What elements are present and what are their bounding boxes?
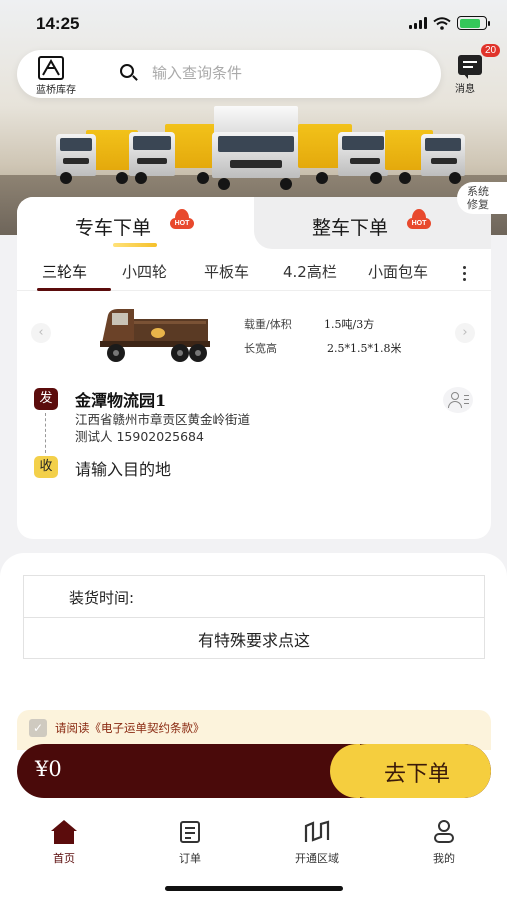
messages-label: 消息 — [455, 84, 475, 95]
origin-contact: 测试人 15902025684 — [75, 429, 204, 444]
agreement-link[interactable]: 请阅读《电子运单契约条款》 — [55, 720, 205, 736]
submit-order-button[interactable]: 去下单 — [330, 744, 491, 798]
status-icons — [409, 16, 490, 30]
vehicle-tab-high-rail[interactable]: 4.2高栏 — [283, 261, 337, 282]
truck-image — [208, 106, 303, 190]
order-options: 装货时间: 有特殊要求点这 — [23, 575, 485, 659]
special-requirements-button[interactable]: 有特殊要求点这 — [24, 627, 484, 651]
total-price: ¥0 — [35, 757, 62, 781]
nav-label: 订单 — [179, 852, 201, 865]
vehicle-type-tabs: 三轮车 小四轮 平板车 4.2高栏 小面包车 — [17, 253, 491, 291]
tab-full-truck[interactable]: 整车下单 HOT — [254, 197, 491, 249]
spec-value: 2.5*1.5*1.8米 — [327, 342, 402, 355]
app-logo-icon[interactable] — [38, 56, 64, 80]
spec-label: 长宽高 — [244, 342, 277, 355]
search-icon — [120, 64, 134, 78]
truck-image — [385, 120, 475, 184]
loading-time-label: 装货时间: — [69, 589, 135, 607]
tab-special-vehicle[interactable]: 专车下单 HOT — [17, 197, 254, 249]
loading-time-row[interactable]: 装货时间: — [24, 576, 484, 618]
truck-image — [125, 118, 220, 184]
system-fix-button[interactable]: 系统 修复 — [457, 182, 507, 214]
checkout-bar: ¥0 去下单 — [17, 744, 491, 798]
route-connector — [45, 413, 46, 453]
nav-home[interactable]: 首页 — [24, 820, 104, 866]
tab-label: 专车下单 — [75, 217, 152, 239]
profile-icon — [430, 820, 458, 846]
home-indicator — [165, 886, 343, 891]
message-icon — [458, 55, 482, 79]
hot-icon: HOT — [170, 209, 194, 231]
nav-orders[interactable]: 订单 — [150, 820, 230, 866]
nav-profile[interactable]: 我的 — [404, 820, 484, 866]
nav-label: 我的 — [433, 852, 455, 865]
chevron-right-icon[interactable]: › — [455, 323, 475, 343]
origin-badge: 发 — [34, 388, 58, 410]
vehicle-tab-flatbed[interactable]: 平板车 — [204, 261, 249, 282]
vehicle-tab-indicator — [37, 288, 111, 291]
spec-value: 1.5吨/3方 — [324, 318, 375, 331]
messages-button[interactable]: 20 消息 — [453, 44, 501, 95]
tab-active-indicator — [113, 243, 157, 247]
agreement-checkbox[interactable]: ✓ — [29, 719, 47, 737]
contacts-icon[interactable] — [443, 387, 473, 413]
vehicle-tab-tricycle[interactable]: 三轮车 — [42, 261, 87, 282]
nav-service-area[interactable]: 开通区域 — [277, 820, 357, 866]
more-icon[interactable] — [455, 263, 475, 283]
destination-badge: 收 — [34, 456, 58, 478]
status-bar: 14:25 — [0, 0, 507, 46]
truck-image — [298, 118, 393, 184]
wifi-icon — [433, 16, 451, 30]
vehicle-tab-minivan[interactable]: 小面包车 — [368, 261, 428, 282]
app-logo-label: 蓝桥库存 — [36, 85, 76, 96]
area-icon — [303, 820, 331, 846]
messages-badge: 20 — [481, 44, 501, 57]
order-card: 专车下单 HOT 整车下单 HOT 三轮车 小四轮 平板车 4.2高栏 小面包车… — [17, 197, 491, 539]
nav-label: 首页 — [53, 852, 75, 865]
signal-icon — [409, 17, 427, 29]
tab-label: 整车下单 — [312, 217, 389, 239]
chevron-left-icon[interactable]: ‹ — [31, 323, 51, 343]
order-icon — [176, 820, 204, 846]
search-input[interactable] — [152, 62, 422, 84]
battery-icon — [457, 16, 490, 30]
tricycle-image — [100, 309, 210, 362]
spec-label: 载重/体积 — [244, 318, 292, 331]
status-time: 14:25 — [36, 14, 80, 33]
origin-name[interactable]: 金潭物流园1 — [75, 387, 166, 411]
submit-order-label: 去下单 — [384, 762, 451, 787]
vehicle-tab-small-four-wheel[interactable]: 小四轮 — [122, 261, 167, 282]
nav-label: 开通区域 — [295, 852, 339, 865]
home-icon — [50, 820, 78, 846]
destination-input[interactable]: 请输入目的地 — [75, 456, 171, 480]
hot-icon: HOT — [407, 209, 431, 231]
